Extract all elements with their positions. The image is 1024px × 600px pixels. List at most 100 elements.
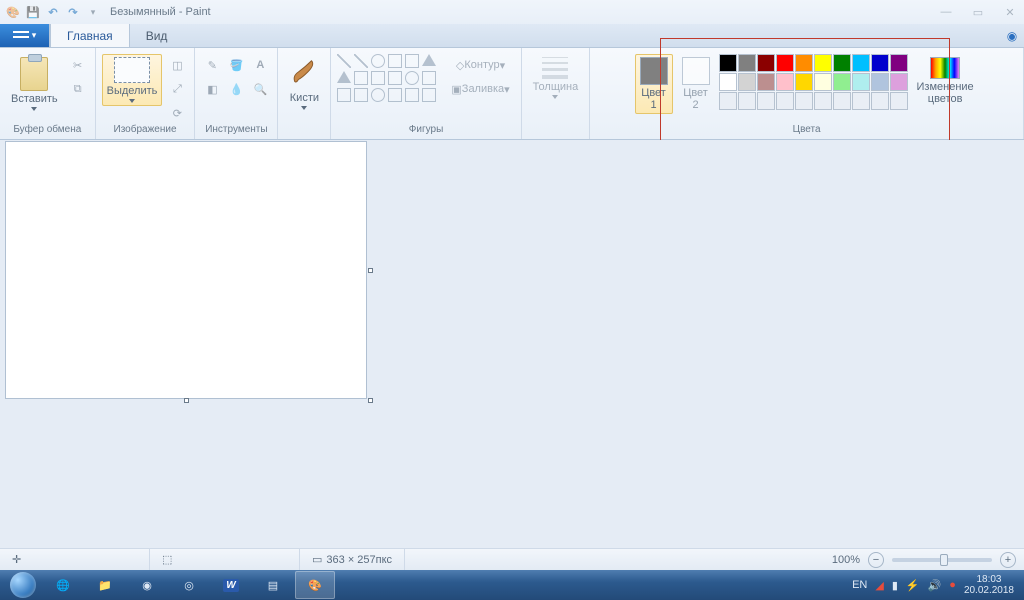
picker-tool[interactable]: 💧	[225, 78, 247, 100]
palette-swatch[interactable]	[719, 54, 737, 72]
taskbar-explorer[interactable]: 📁	[85, 571, 125, 599]
quick-access-toolbar: 🎨 💾 ↶ ↷ ▾	[4, 3, 102, 21]
palette-swatch[interactable]	[890, 54, 908, 72]
help-icon[interactable]: ◉	[1000, 24, 1024, 47]
canvas[interactable]	[6, 142, 366, 398]
minimize-button[interactable]: ―	[936, 6, 956, 19]
palette-swatch[interactable]	[776, 54, 794, 72]
palette-swatch[interactable]	[852, 73, 870, 91]
chevron-down-icon	[552, 95, 558, 99]
palette-swatch[interactable]	[833, 54, 851, 72]
ribbon: Вставить ✂ ⧉ Буфер обмена Выделить ◫ ⤢ ⟳…	[0, 48, 1024, 140]
tray-network-icon[interactable]: ▮	[892, 579, 898, 592]
palette-swatch[interactable]	[852, 92, 870, 110]
zoom-slider[interactable]	[892, 558, 992, 562]
group-brushes-label	[303, 124, 306, 137]
pencil-tool[interactable]: ✎	[201, 54, 223, 76]
group-clipboard-label: Буфер обмена	[13, 124, 81, 137]
palette-swatch[interactable]	[795, 92, 813, 110]
selection-size: ⬚	[150, 549, 300, 570]
rotate-button[interactable]: ⟳	[166, 102, 188, 124]
fill-tool[interactable]: 🪣	[225, 54, 247, 76]
tab-view[interactable]: Вид	[130, 24, 185, 47]
taskbar-app2[interactable]: ▤	[253, 571, 293, 599]
palette-swatch[interactable]	[852, 54, 870, 72]
brush-icon	[289, 57, 319, 90]
zoom-tool[interactable]: 🔍	[249, 78, 271, 100]
title-bar: 🎨 💾 ↶ ↷ ▾ Безымянный - Paint ― ▭ ✕	[0, 0, 1024, 24]
palette-swatch[interactable]	[719, 73, 737, 91]
paste-button[interactable]: Вставить	[6, 54, 63, 114]
taskbar-paint[interactable]: 🎨	[295, 571, 335, 599]
tray-flag-icon[interactable]: ◢	[875, 579, 883, 592]
copy-button[interactable]: ⧉	[67, 78, 89, 100]
palette-swatch[interactable]	[738, 73, 756, 91]
resize-handle-bottom[interactable]	[184, 398, 189, 403]
palette-swatch[interactable]	[890, 92, 908, 110]
taskbar-chrome[interactable]: ◉	[127, 571, 167, 599]
outline-button[interactable]: ◇ Контур ▾	[446, 54, 514, 76]
undo-icon[interactable]: ↶	[44, 3, 62, 21]
palette-swatch[interactable]	[757, 92, 775, 110]
zoom-in-button[interactable]: +	[1000, 552, 1016, 568]
tray-battery-icon[interactable]: ⚡	[906, 579, 920, 592]
close-button[interactable]: ✕	[1000, 6, 1020, 19]
thickness-button[interactable]: Толщина	[528, 54, 584, 102]
eraser-tool[interactable]: ◧	[201, 78, 223, 100]
palette-swatch[interactable]	[776, 73, 794, 91]
resize-handle-right[interactable]	[368, 268, 373, 273]
select-icon	[114, 57, 150, 83]
lang-indicator[interactable]: EN	[852, 579, 867, 591]
clock[interactable]: 18:03 20.02.2018	[964, 574, 1014, 596]
palette-swatch[interactable]	[738, 54, 756, 72]
zoom-out-button[interactable]: −	[868, 552, 884, 568]
maximize-button[interactable]: ▭	[968, 6, 988, 19]
start-button[interactable]	[4, 570, 42, 600]
color2-button[interactable]: Цвет 2	[677, 54, 715, 114]
palette-swatch[interactable]	[814, 54, 832, 72]
palette-swatch[interactable]	[814, 92, 832, 110]
ribbon-tabs: ▾ Главная Вид ◉	[0, 24, 1024, 48]
save-icon[interactable]: 💾	[24, 3, 42, 21]
color-palette[interactable]	[719, 54, 908, 110]
palette-swatch[interactable]	[814, 73, 832, 91]
palette-swatch[interactable]	[757, 54, 775, 72]
edit-colors-button[interactable]: Изменение цветов	[912, 54, 979, 108]
crop-button[interactable]: ◫	[166, 54, 188, 76]
palette-swatch[interactable]	[795, 73, 813, 91]
palette-swatch[interactable]	[871, 54, 889, 72]
palette-swatch[interactable]	[833, 92, 851, 110]
color1-button[interactable]: Цвет 1	[635, 54, 673, 114]
text-tool[interactable]: A	[249, 54, 271, 76]
palette-swatch[interactable]	[757, 73, 775, 91]
tray-sound-icon[interactable]: 🔊	[928, 579, 942, 592]
palette-swatch[interactable]	[871, 73, 889, 91]
thickness-icon	[540, 57, 570, 79]
tray-icon[interactable]: ●	[949, 579, 956, 591]
zoom-thumb[interactable]	[940, 554, 948, 566]
qat-dropdown-icon[interactable]: ▾	[84, 3, 102, 21]
tab-home[interactable]: Главная	[50, 24, 130, 47]
selection-icon: ⬚	[162, 553, 172, 566]
resize-button[interactable]: ⤢	[166, 78, 188, 100]
shapes-gallery[interactable]	[337, 54, 436, 102]
palette-swatch[interactable]	[776, 92, 794, 110]
taskbar-word[interactable]: W	[211, 571, 251, 599]
palette-swatch[interactable]	[871, 92, 889, 110]
palette-swatch[interactable]	[795, 54, 813, 72]
resize-handle-corner[interactable]	[368, 398, 373, 403]
select-button[interactable]: Выделить	[102, 54, 163, 106]
brushes-button[interactable]: Кисти	[284, 54, 324, 113]
palette-swatch[interactable]	[833, 73, 851, 91]
cursor-position: ✛	[0, 549, 150, 570]
palette-swatch[interactable]	[738, 92, 756, 110]
taskbar-app1[interactable]: ◎	[169, 571, 209, 599]
cut-button[interactable]: ✂	[67, 54, 89, 76]
taskbar-ie[interactable]: 🌐	[43, 571, 83, 599]
color1-well	[640, 57, 668, 85]
file-menu-button[interactable]: ▾	[0, 24, 50, 47]
redo-icon[interactable]: ↷	[64, 3, 82, 21]
fill-button[interactable]: ▣ Заливка ▾	[446, 78, 514, 100]
palette-swatch[interactable]	[890, 73, 908, 91]
palette-swatch[interactable]	[719, 92, 737, 110]
